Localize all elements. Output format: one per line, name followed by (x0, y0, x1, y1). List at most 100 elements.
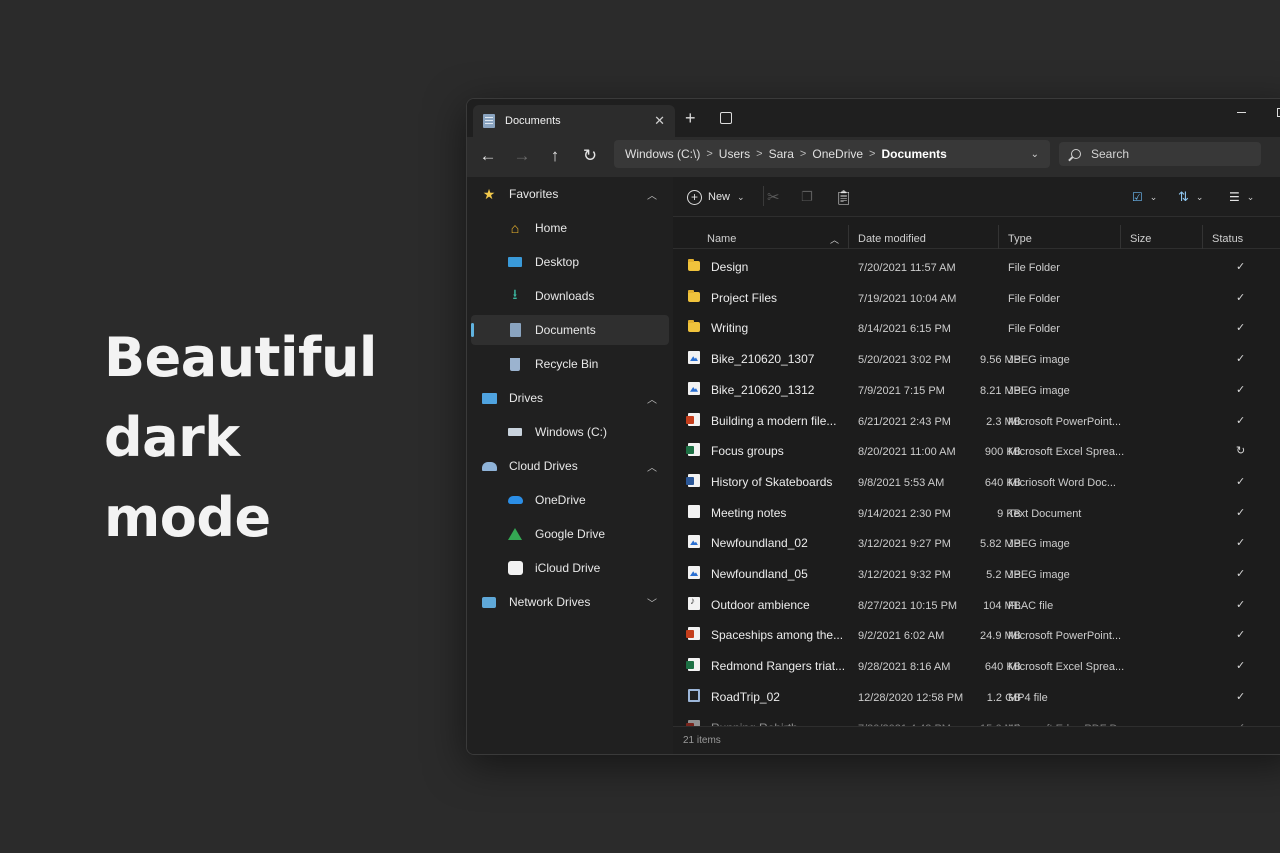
sidebar-group-cloud-drives[interactable]: Cloud Drives ︿ (471, 451, 669, 481)
breadcrumb-documents[interactable]: Documents (881, 147, 946, 161)
breadcrumb-onedrive[interactable]: OneDrive (812, 147, 863, 161)
file-name: Outdoor ambience (711, 597, 810, 612)
table-row[interactable]: Bike_210620_1312 7/9/2021 7:15 PM JPEG ima… (673, 374, 1280, 404)
sidebar-item-label: Desktop (535, 255, 580, 269)
table-row[interactable]: Bike_210620_1307 5/20/2021 3:02 PM JPEG im… (673, 343, 1280, 373)
table-row[interactable]: Redmond Rangers triat... 9/28/2021 8:16 A… (673, 650, 1280, 680)
chevron-up-icon[interactable]: ︿ (647, 187, 657, 202)
view-layout-icon[interactable]: ☰ ⌄ (1229, 188, 1254, 206)
file-type: Microsoft Excel Sprea... (1008, 446, 1125, 459)
cloud-drive-icon (481, 458, 497, 474)
table-row[interactable]: Newfoundland_02 3/12/2021 9:27 PM JPEG ima… (673, 527, 1280, 557)
file-name: Design (711, 260, 749, 274)
minimize-icon[interactable] (1237, 112, 1246, 113)
column-name[interactable]: Name (707, 233, 736, 245)
address-bar[interactable]: Windows (C:\) > Users > Sara > OneDrive … (614, 140, 1050, 168)
up-arrow-icon[interactable]: ↑ (544, 145, 566, 167)
sync-status-icon: ✓ (1236, 598, 1246, 611)
close-tab-icon[interactable]: ✕ (654, 113, 665, 129)
file-date-modified: 3/12/2021 9:32 PM (858, 569, 951, 581)
sidebar-group-network-drives[interactable]: Network Drives ﹀ (471, 587, 669, 617)
table-row[interactable]: Meeting notes 9/14/2021 2:30 PM Text Docum… (673, 497, 1280, 527)
breadcrumb-windows-c[interactable]: Windows (C:\) (625, 147, 700, 161)
sidebar-item-google-drive[interactable]: Google Drive (471, 519, 669, 549)
paste-icon[interactable]: 📋︎ (835, 188, 853, 206)
table-row[interactable]: Newfoundland_05 3/12/2021 9:32 PM JPEG ima… (673, 558, 1280, 588)
item-count: 21 items (683, 735, 721, 746)
breadcrumb-sara[interactable]: Sara (769, 147, 794, 161)
sidebar-item-windows-c[interactable]: Windows (C:) (471, 417, 669, 447)
sidebar-item-desktop[interactable]: Desktop (471, 247, 669, 277)
file-date-modified: 7/20/2021 11:57 AM (858, 262, 956, 274)
forward-arrow-icon[interactable]: → (511, 145, 533, 167)
network-drive-icon (481, 594, 497, 610)
table-row[interactable]: Writing 8/14/2021 6:15 PM File Folder ✓ (673, 312, 1280, 342)
table-row[interactable]: Building a modern file... 6/21/2021 2:43 … (673, 405, 1280, 435)
copy-icon[interactable]: ❐ (801, 188, 813, 206)
file-size: 8.21 MB (980, 384, 1021, 397)
sidebar-item-documents[interactable]: Documents (471, 315, 669, 345)
txt-file-icon (688, 504, 700, 518)
file-date-modified: 5/20/2021 3:02 PM (858, 354, 951, 367)
tab-documents[interactable]: Documents ✕ (473, 105, 675, 137)
image-file-icon (688, 381, 700, 395)
sort-icon[interactable]: ⇅ ⌄ (1178, 188, 1203, 206)
sidebar-item-recycle-bin[interactable]: Recycle Bin (471, 349, 669, 379)
sidebar-item-downloads[interactable]: ⭳ Downloads (471, 281, 669, 311)
column-status[interactable]: Status (1212, 233, 1243, 245)
folder-file-icon (688, 259, 700, 271)
hero-line-3: mode (104, 486, 271, 549)
file-size: 5.2 MB (986, 569, 1021, 581)
table-row[interactable]: Spaceships among the... 9/2/2021 6:02 AM M… (673, 619, 1280, 649)
search-box[interactable]: Search (1059, 142, 1261, 166)
column-type[interactable]: Type (1008, 233, 1032, 245)
drive-icon (507, 424, 523, 440)
file-size: 640 KB (984, 476, 1021, 489)
sync-status-icon: ✓ (1236, 353, 1246, 366)
file-size: 1.2 GB (986, 691, 1021, 704)
sidebar-item-label: Home (535, 221, 568, 235)
sort-ascending-icon: ︿ (830, 235, 840, 245)
sidebar-group-drives[interactable]: Drives ︿ (471, 383, 669, 413)
sidebar-item-icloud-drive[interactable]: iCloud Drive (471, 553, 669, 583)
file-size: 640 KB (984, 661, 1021, 674)
column-size[interactable]: Size (1130, 233, 1151, 245)
chevron-down-icon[interactable]: ⌄ (1031, 149, 1039, 160)
sync-status-icon: ✓ (1236, 414, 1246, 427)
new-button[interactable]: + New ⌄ (687, 188, 745, 206)
cut-icon[interactable]: ✂ (767, 188, 780, 206)
column-date-modified[interactable]: Date modified (858, 233, 926, 245)
sync-status-icon: ✓ (1236, 322, 1246, 335)
table-row[interactable]: Outdoor ambience8/27/2021 10:15 PMFLAC f… (673, 589, 1280, 619)
sidebar-item-label: Recycle Bin (535, 357, 599, 371)
file-date-modified: 8/20/2021 11:00 AM (858, 446, 956, 459)
table-row[interactable]: Design 7/20/2021 11:57 AM File Folder ✓ (673, 251, 1280, 281)
chevron-up-icon[interactable]: ︿ (647, 459, 657, 474)
sidebar-item-home[interactable]: ⌂ Home (471, 213, 669, 243)
column-divider[interactable] (1120, 225, 1121, 249)
folder-file-icon (688, 289, 700, 302)
new-tab-icon[interactable]: + (685, 108, 696, 129)
file-date-modified: 7/19/2021 10:04 AM (858, 292, 957, 305)
sidebar-item-onedrive[interactable]: OneDrive (471, 485, 669, 515)
file-name: Spaceships among the... (711, 628, 844, 643)
select-icon[interactable]: ☑ ⌄ (1132, 188, 1157, 206)
column-divider[interactable] (848, 225, 849, 249)
sidebar-group-favorites[interactable]: ★ Favorites ︿ (471, 179, 669, 209)
table-row[interactable]: Focus groups 8/20/2021 11:00 AM Microsoft … (673, 435, 1280, 465)
table-row[interactable]: History of Skateboards 9/8/2021 5:53 AM Mi… (673, 466, 1280, 496)
table-row[interactable]: Project Files 7/19/2021 10:04 AM File Fold… (673, 282, 1280, 312)
tab-list-icon[interactable] (720, 112, 732, 124)
image-file-icon (688, 566, 700, 579)
chevron-up-icon[interactable]: ︿ (647, 391, 657, 406)
refresh-icon[interactable]: ↻ (579, 145, 601, 167)
sync-status-icon: ✓ (1236, 537, 1246, 550)
monitor-icon (481, 390, 497, 406)
breadcrumb-users[interactable]: Users (719, 147, 750, 161)
column-divider[interactable] (998, 225, 999, 249)
file-date-modified: 3/12/2021 9:27 PM (858, 538, 951, 551)
table-row[interactable]: RoadTrip_02 12/28/2020 12:58 PM MP4 file 1.… (673, 681, 1280, 711)
column-divider[interactable] (1202, 225, 1203, 249)
chevron-down-icon[interactable]: ﹀ (647, 595, 657, 610)
back-arrow-icon[interactable]: ← (477, 145, 499, 167)
